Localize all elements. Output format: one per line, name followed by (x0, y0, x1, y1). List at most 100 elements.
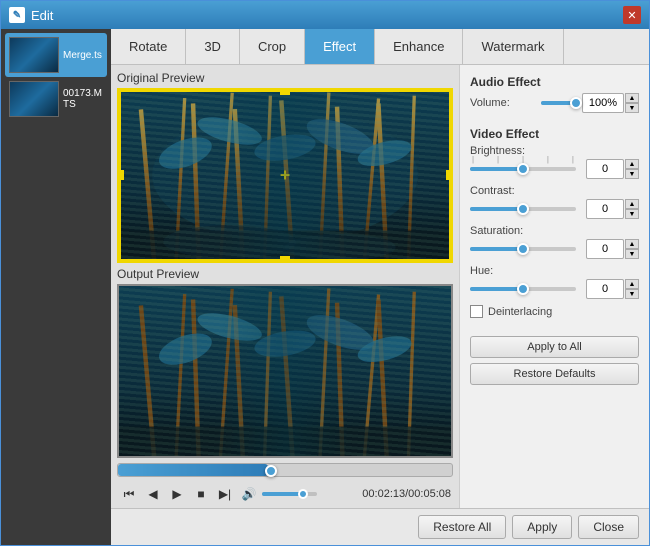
volume-icon[interactable]: 🔊 (239, 484, 259, 504)
contrast-slider-container (470, 201, 576, 217)
contrast-input[interactable] (586, 199, 624, 219)
saturation-track[interactable] (470, 247, 576, 251)
tab-enhance[interactable]: Enhance (375, 29, 463, 64)
prev-frame-button[interactable]: ◀ (143, 484, 163, 504)
content-area: Original Preview (111, 65, 649, 508)
file-name-merge: Merge.ts (63, 50, 102, 61)
file-thumbnail-merge (9, 37, 59, 73)
next-frame-button[interactable]: ▶| (215, 484, 235, 504)
contrast-down[interactable]: ▼ (625, 209, 639, 219)
deinterlacing-row: Deinterlacing (470, 305, 639, 318)
hue-fill (470, 287, 523, 291)
brightness-up[interactable]: ▲ (625, 159, 639, 169)
saturation-input[interactable] (586, 239, 624, 259)
brightness-down[interactable]: ▼ (625, 169, 639, 179)
volume-track[interactable] (541, 101, 576, 105)
volume-input[interactable] (582, 93, 624, 113)
timeline-thumb[interactable] (265, 465, 277, 477)
hue-track[interactable] (470, 287, 576, 291)
saturation-up[interactable]: ▲ (625, 239, 639, 249)
brightness-spinner: ▲ ▼ (625, 159, 639, 179)
stop-button[interactable]: ■ (191, 484, 211, 504)
skip-back-button[interactable]: ⏮ (119, 484, 139, 504)
apply-to-all-button[interactable]: Apply to All (470, 336, 639, 358)
hue-down[interactable]: ▼ (625, 289, 639, 299)
video-effect-title: Video Effect (470, 127, 639, 141)
window-title: Edit (31, 8, 623, 23)
hue-thumb[interactable] (517, 283, 529, 295)
timeline-bar[interactable] (117, 463, 453, 477)
tab-rotate[interactable]: Rotate (111, 29, 186, 64)
preview-section: Original Preview (111, 65, 459, 508)
contrast-up[interactable]: ▲ (625, 199, 639, 209)
contrast-label: Contrast: (470, 185, 535, 197)
saturation-label: Saturation: (470, 225, 535, 237)
file-name-00173: 00173.MTS (63, 88, 103, 110)
crop-handle-top[interactable] (280, 90, 290, 95)
volume-thumb[interactable] (298, 489, 308, 499)
output-video-svg (119, 286, 451, 457)
tab-crop[interactable]: Crop (240, 29, 305, 64)
apply-button[interactable]: Apply (512, 515, 572, 539)
crop-border (119, 90, 451, 261)
close-button[interactable]: ✕ (623, 6, 641, 24)
contrast-spinner: ▲ ▼ (625, 199, 639, 219)
saturation-slider-container (470, 241, 576, 257)
crop-handle-left[interactable] (119, 170, 124, 180)
file-item-merge[interactable]: Merge.ts (5, 33, 107, 77)
hue-row: ▲ ▼ (470, 279, 639, 299)
crop-handle-bottom[interactable] (280, 256, 290, 261)
hue-label: Hue: (470, 265, 535, 277)
original-video: + (119, 90, 451, 261)
output-preview-box (117, 284, 453, 459)
bottom-bar: Restore All Apply Close (111, 508, 649, 545)
volume-fill (262, 492, 301, 496)
file-item-00173[interactable]: 00173.MTS (5, 77, 107, 121)
brightness-track[interactable] (470, 167, 576, 171)
hue-value-group: ▲ ▼ (586, 279, 639, 299)
volume-control: 🔊 (239, 484, 317, 504)
output-preview-label: Output Preview (117, 267, 453, 281)
volume-control-row: Volume: ▲ ▼ (470, 93, 639, 113)
file-thumbnail-00173 (9, 81, 59, 117)
tab-3d[interactable]: 3D (186, 29, 240, 64)
time-display: 00:02:13/00:05:08 (362, 488, 451, 500)
audio-effect-section: Audio Effect Volume: (470, 75, 639, 119)
brightness-slider-container: | | | | | (470, 161, 576, 177)
tab-effect[interactable]: Effect (305, 29, 375, 64)
playback-controls: ⏮ ◀ ▶ ■ ▶| 🔊 00:02:13/00:05:08 (117, 480, 453, 508)
volume-slider-container (541, 95, 576, 111)
contrast-track[interactable] (470, 207, 576, 211)
close-window-button[interactable]: Close (578, 515, 639, 539)
contrast-thumb[interactable] (517, 203, 529, 215)
saturation-down[interactable]: ▼ (625, 249, 639, 259)
restore-all-button[interactable]: Restore All (418, 515, 506, 539)
video-effect-section: Video Effect Brightness: | | | | | (470, 127, 639, 318)
volume-up[interactable]: ▲ (625, 93, 639, 103)
contrast-value-group: ▲ ▼ (586, 199, 639, 219)
saturation-fill (470, 247, 523, 251)
saturation-thumb[interactable] (517, 243, 529, 255)
contrast-fill (470, 207, 523, 211)
tab-bar: Rotate 3D Crop Effect Enhance Watermark (111, 29, 649, 65)
hue-up[interactable]: ▲ (625, 279, 639, 289)
main-window: ✎ Edit ✕ Merge.ts 00173.MTS Rotate 3 (0, 0, 650, 546)
volume-down[interactable]: ▼ (625, 103, 639, 113)
brightness-input[interactable] (586, 159, 624, 179)
tab-watermark[interactable]: Watermark (463, 29, 563, 64)
brightness-thumb[interactable] (517, 163, 529, 175)
title-bar: ✎ Edit ✕ (1, 1, 649, 29)
timeline-progress (118, 464, 268, 476)
volume-slider-thumb[interactable] (570, 97, 582, 109)
brightness-fill (470, 167, 523, 171)
deinterlacing-checkbox[interactable] (470, 305, 483, 318)
crop-handle-right[interactable] (446, 170, 451, 180)
play-button[interactable]: ▶ (167, 484, 187, 504)
restore-defaults-button[interactable]: Restore Defaults (470, 363, 639, 385)
brightness-value-group: ▲ ▼ (586, 159, 639, 179)
settings-panel: Audio Effect Volume: (459, 65, 649, 508)
hue-slider-container (470, 281, 576, 297)
app-icon: ✎ (9, 7, 25, 23)
hue-input[interactable] (586, 279, 624, 299)
volume-slider[interactable] (262, 492, 317, 496)
